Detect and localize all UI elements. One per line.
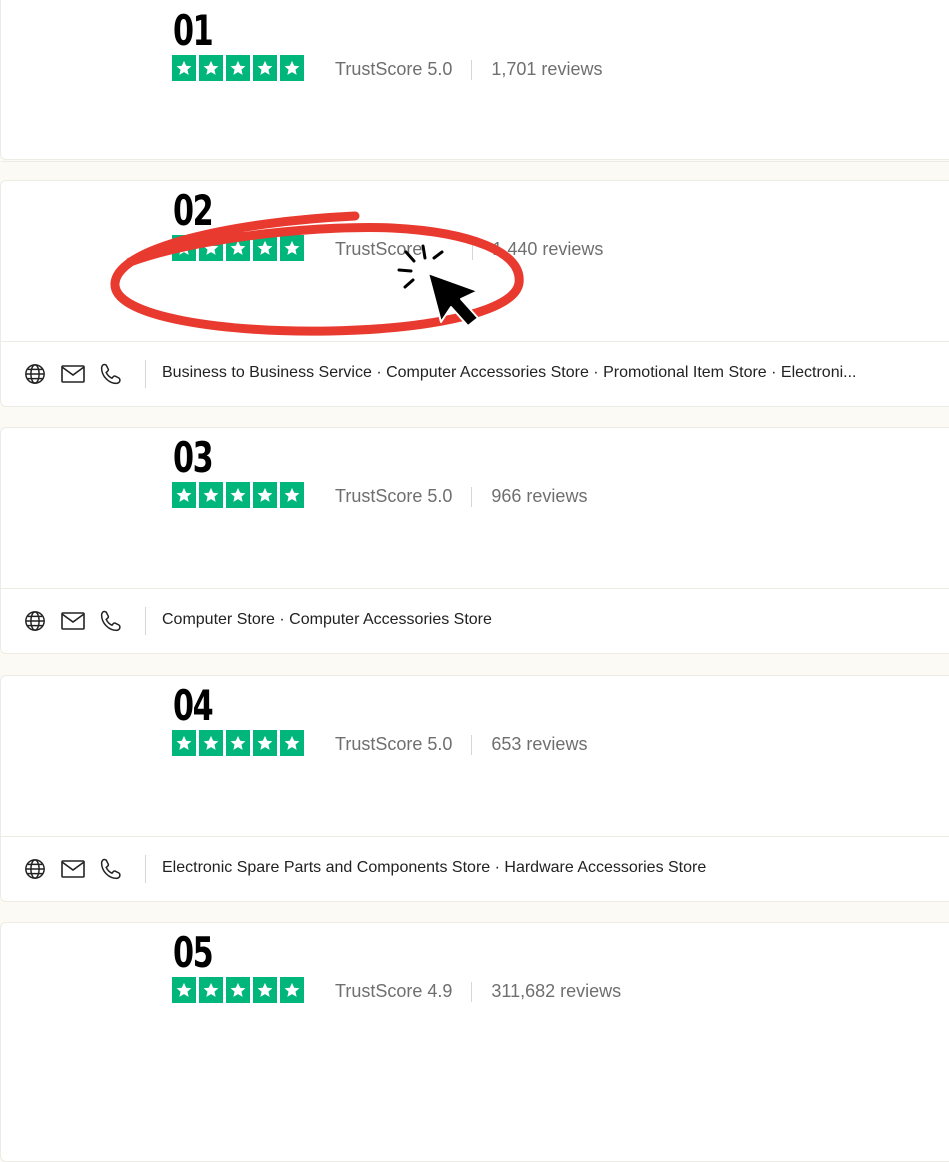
star-icon xyxy=(253,730,277,756)
globe-icon[interactable] xyxy=(23,857,47,881)
rank-number: 04 xyxy=(173,681,214,730)
listing-card[interactable]: 03 TrustScore 5.0 966 reviews Computer Stor… xyxy=(0,427,949,654)
divider xyxy=(471,734,473,755)
review-count-link[interactable]: 1,701 reviews xyxy=(491,59,602,80)
star-icon xyxy=(226,977,250,1003)
star-icon xyxy=(226,235,250,261)
trustscore-label: TrustScore xyxy=(335,239,423,259)
star-icon xyxy=(199,482,223,508)
listing-card[interactable]: 05 TrustScore 4.9 311,682 reviews xyxy=(0,922,949,1162)
mail-icon[interactable] xyxy=(61,609,85,633)
rank-number: 02 xyxy=(173,186,214,235)
star-icon xyxy=(199,977,223,1003)
phone-icon[interactable] xyxy=(99,857,123,881)
divider xyxy=(471,59,473,80)
star-icon xyxy=(172,482,196,508)
star-icon xyxy=(253,977,277,1003)
card-footer: Business to Business Service · Computer … xyxy=(1,341,949,407)
star-rating xyxy=(172,55,304,81)
listing-card[interactable]: 02 TrustScore 1,440 reviews Business to Bus… xyxy=(0,180,949,407)
category-list[interactable]: Computer Store · Computer Accessories St… xyxy=(162,611,942,629)
listing-card[interactable]: 04 TrustScore 5.0 653 reviews Electronic Sp… xyxy=(0,675,949,902)
mail-icon[interactable] xyxy=(61,362,85,386)
card-footer: Computer Store · Computer Accessories St… xyxy=(1,588,949,654)
score-line: TrustScore 5.0 653 reviews xyxy=(335,734,587,755)
category-list[interactable]: Electronic Spare Parts and Components St… xyxy=(162,859,942,877)
star-icon xyxy=(280,235,304,261)
mail-icon[interactable] xyxy=(61,857,85,881)
star-icon xyxy=(172,55,196,81)
star-icon xyxy=(199,55,223,81)
globe-icon[interactable] xyxy=(23,609,47,633)
globe-icon[interactable] xyxy=(23,362,47,386)
rank-number: 01 xyxy=(173,6,214,55)
review-count-link[interactable]: 1,440 reviews xyxy=(492,239,603,260)
phone-icon[interactable] xyxy=(99,362,123,386)
star-icon xyxy=(226,730,250,756)
star-icon xyxy=(199,235,223,261)
trustscore-label: TrustScore 4.9 xyxy=(335,981,453,1001)
score-line: TrustScore 1,440 reviews xyxy=(335,239,603,260)
review-count-link[interactable]: 653 reviews xyxy=(491,734,587,755)
star-icon xyxy=(280,977,304,1003)
star-icon xyxy=(172,977,196,1003)
trustscore-label: TrustScore 5.0 xyxy=(335,59,453,79)
star-rating xyxy=(172,235,304,261)
trustscore-label: TrustScore 5.0 xyxy=(335,486,453,506)
star-rating xyxy=(172,482,304,508)
score-line: TrustScore 5.0 1,701 reviews xyxy=(335,59,602,80)
star-icon xyxy=(253,55,277,81)
star-rating xyxy=(172,730,304,756)
star-icon xyxy=(172,235,196,261)
category-list[interactable]: Business to Business Service · Computer … xyxy=(162,364,942,382)
star-rating xyxy=(172,977,304,1003)
card-footer: Electronic Spare Parts and Components St… xyxy=(1,836,949,902)
divider xyxy=(145,360,146,388)
star-icon xyxy=(280,482,304,508)
score-line: TrustScore 5.0 966 reviews xyxy=(335,486,587,507)
review-count-link[interactable]: 311,682 reviews xyxy=(491,981,621,1002)
phone-icon[interactable] xyxy=(99,609,123,633)
star-icon xyxy=(199,730,223,756)
divider xyxy=(471,981,473,1002)
star-icon xyxy=(226,55,250,81)
star-icon xyxy=(253,235,277,261)
star-icon xyxy=(280,730,304,756)
divider xyxy=(471,486,473,507)
divider xyxy=(472,239,474,260)
rank-number: 05 xyxy=(173,928,214,977)
review-count-link[interactable]: 966 reviews xyxy=(491,486,587,507)
score-line: TrustScore 4.9 311,682 reviews xyxy=(335,981,621,1002)
star-icon xyxy=(172,730,196,756)
star-icon xyxy=(253,482,277,508)
rank-number: 03 xyxy=(173,433,214,482)
listing-card[interactable]: 01TrustScore 5.01,701 reviewsWeb Hosting… xyxy=(0,0,949,208)
trustscore-label: TrustScore 5.0 xyxy=(335,734,453,754)
divider xyxy=(145,607,146,635)
star-icon xyxy=(226,482,250,508)
divider xyxy=(145,855,146,883)
star-icon xyxy=(280,55,304,81)
